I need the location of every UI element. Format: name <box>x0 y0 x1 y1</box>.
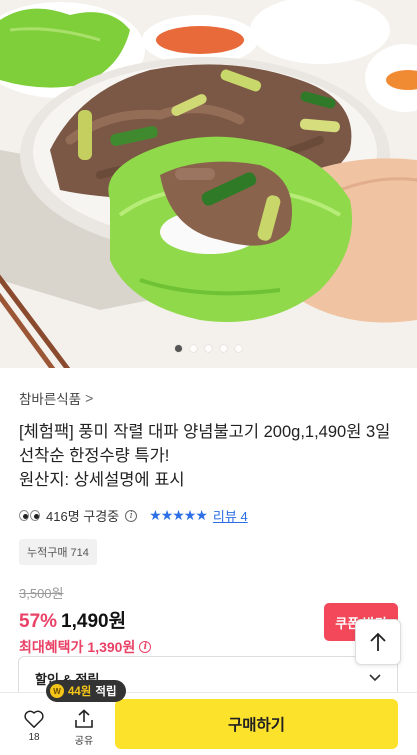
info-icon[interactable]: i <box>125 509 138 522</box>
pagination-dot[interactable] <box>235 345 242 352</box>
social-proof-row: 416명 구경중 i ★★★★★ 리뷰 4 <box>19 506 401 525</box>
original-price: 3,500원 <box>19 586 64 601</box>
title-line: 선착순 한정수량 특가! <box>19 447 170 465</box>
share-button[interactable]: 공유 <box>66 709 102 747</box>
review-link[interactable]: 리뷰 4 <box>213 506 248 525</box>
brand-link[interactable]: 참바른식품 > <box>19 388 401 408</box>
reward-suffix: 적립 <box>95 686 117 698</box>
product-title: [체험팩] 풍미 작렬 대파 양념불고기 200g,1,490원 3일 선착순 … <box>19 420 401 492</box>
like-button[interactable]: 18 <box>16 709 52 743</box>
gallery-pagination[interactable] <box>0 345 417 352</box>
scroll-to-top-button[interactable] <box>355 619 401 665</box>
viewers-count: 416명 구경중 <box>46 509 120 524</box>
heart-icon <box>24 710 44 728</box>
info-icon[interactable]: i <box>139 641 152 653</box>
pagination-dot[interactable] <box>175 345 182 352</box>
purchase-count-badge: 누적구매 714 <box>19 539 97 565</box>
max-benefit-price: 1,390원 <box>87 639 136 655</box>
brand-name[interactable]: 참바른식품 <box>19 388 81 408</box>
share-icon <box>75 709 93 728</box>
sale-price: 1,490원 <box>61 611 127 632</box>
product-image-gallery[interactable] <box>0 0 417 368</box>
reward-badge: W 44원 적립 <box>46 680 126 702</box>
coin-icon: W <box>50 684 64 698</box>
title-line: [체험팩] 풍미 작렬 대파 양념불고기 200g,1,490원 3일 <box>19 423 391 441</box>
chevron-right-icon: > <box>85 390 94 406</box>
rating-stars: ★★★★★ <box>149 507 208 523</box>
chevron-down-icon <box>369 674 381 682</box>
discount-rate: 57% <box>19 611 58 632</box>
buy-button[interactable]: 구매하기 <box>115 699 398 749</box>
share-label: 공유 <box>74 736 94 747</box>
like-count: 18 <box>28 732 40 743</box>
pagination-dot[interactable] <box>190 345 197 352</box>
origin-line: 원산지: 상세설명에 표시 <box>19 471 185 489</box>
eyes-icon <box>19 510 40 521</box>
arrow-up-icon <box>370 632 386 651</box>
pagination-dot[interactable] <box>220 345 227 352</box>
max-benefit-label: 최대혜택가 <box>19 639 84 655</box>
bulgogi-lettuce-wrap-photo <box>0 0 417 368</box>
reward-amount: 44원 <box>68 686 92 698</box>
pagination-dot[interactable] <box>205 345 212 352</box>
